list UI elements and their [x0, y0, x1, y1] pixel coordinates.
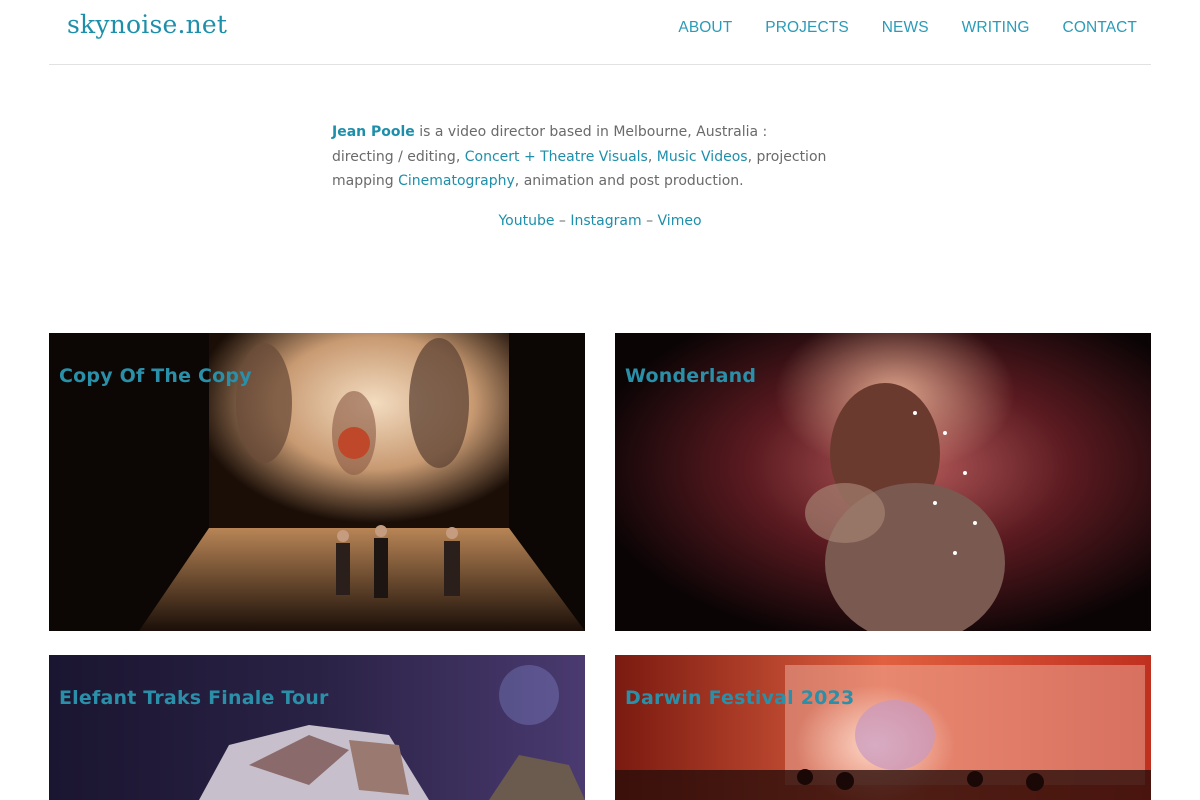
music-videos-link[interactable]: Music Videos: [657, 149, 748, 165]
project-title[interactable]: Darwin Festival 2023: [625, 687, 854, 709]
youtube-link[interactable]: Youtube: [498, 213, 554, 229]
nav-projects[interactable]: PROJECTS: [765, 19, 848, 37]
concert-theatre-link[interactable]: Concert + Theatre Visuals: [465, 149, 648, 165]
nav-about[interactable]: ABOUT: [678, 19, 732, 37]
main-nav: ABOUT PROJECTS NEWS WRITING CONTACT: [645, 19, 1137, 37]
intro-text-3: , animation and post production.: [514, 173, 744, 189]
intro-paragraph: Jean Poole is a video director based in …: [332, 120, 832, 194]
vimeo-link[interactable]: Vimeo: [658, 213, 702, 229]
project-card-wonderland[interactable]: Wonderland: [615, 333, 1151, 631]
name-link[interactable]: Jean Poole: [332, 124, 415, 140]
nav-contact[interactable]: CONTACT: [1063, 19, 1137, 37]
project-image-festival-screen: [615, 655, 1151, 800]
project-card-copy-of-the-copy[interactable]: Copy Of The Copy: [49, 333, 585, 631]
site-title-link[interactable]: skynoise.net: [67, 10, 227, 39]
project-card-darwin-festival[interactable]: Darwin Festival 2023: [615, 655, 1151, 800]
nav-writing[interactable]: WRITING: [962, 19, 1030, 37]
project-title[interactable]: Copy Of The Copy: [59, 365, 252, 387]
social-sep-1: –: [554, 213, 571, 229]
project-title[interactable]: Elefant Traks Finale Tour: [59, 687, 329, 709]
project-image-concert-stage: [49, 655, 585, 800]
project-card-elefant-traks[interactable]: Elefant Traks Finale Tour: [49, 655, 585, 800]
project-title[interactable]: Wonderland: [625, 365, 756, 387]
cinematography-link[interactable]: Cinematography: [398, 173, 515, 189]
intro-separator: ,: [647, 148, 657, 165]
social-sep-2: –: [641, 213, 658, 229]
nav-news[interactable]: NEWS: [882, 19, 929, 37]
site-header: skynoise.net ABOUT PROJECTS NEWS WRITING…: [49, 0, 1151, 65]
instagram-link[interactable]: Instagram: [570, 213, 641, 229]
social-links: Youtube – Instagram – Vimeo: [0, 213, 1200, 229]
